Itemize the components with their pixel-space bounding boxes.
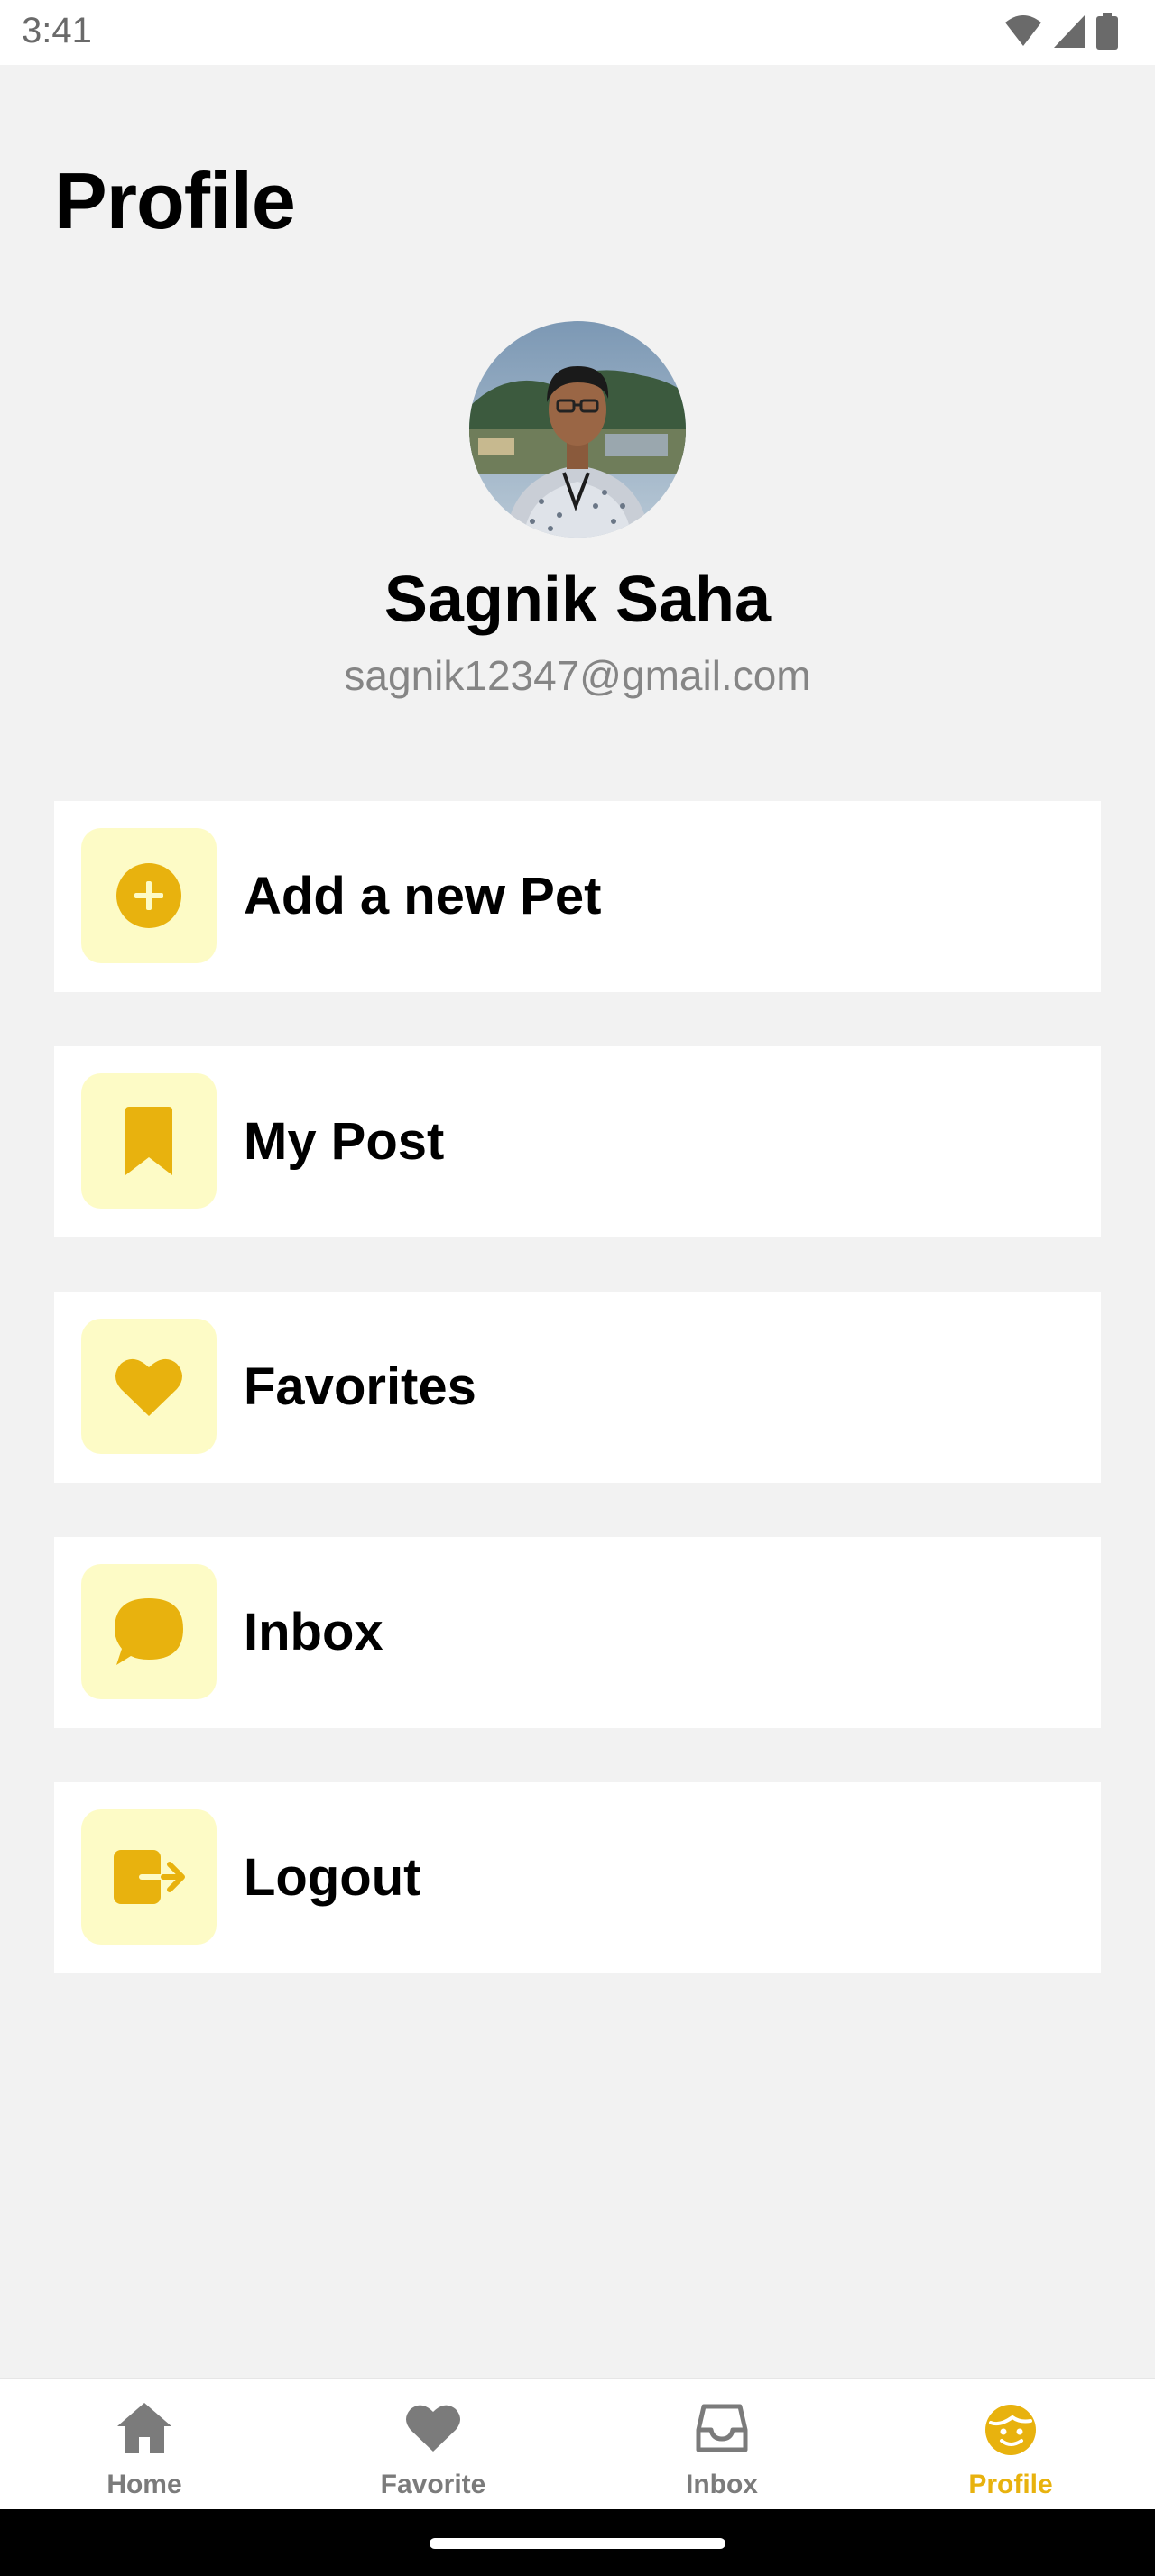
profile-face-icon — [985, 2405, 1036, 2455]
heart-icon — [116, 1358, 182, 1416]
add-circle-icon — [116, 863, 181, 928]
status-time: 3:41 — [22, 11, 92, 51]
menu-item-my-post[interactable]: My Post — [54, 1046, 1101, 1237]
menu-icon-container — [81, 1073, 217, 1209]
menu-item-favorites[interactable]: Favorites — [54, 1292, 1101, 1483]
user-name: Sagnik Saha — [383, 564, 772, 636]
menu-icon-container — [81, 1564, 217, 1699]
menu-label: Favorites — [244, 1357, 476, 1416]
status-icons — [1003, 13, 1119, 51]
menu-label: My Post — [244, 1112, 445, 1171]
menu-item-add-pet[interactable]: Add a new Pet — [54, 801, 1101, 992]
nav-item-favorite[interactable]: Favorite — [289, 2379, 578, 2511]
nav-label: Inbox — [686, 2470, 758, 2499]
menu-icon-container — [81, 1809, 217, 1945]
avatar[interactable] — [469, 321, 686, 538]
menu-icon-container — [81, 1319, 217, 1454]
menu-item-inbox[interactable]: Inbox — [54, 1537, 1101, 1728]
bookmark-icon — [125, 1107, 172, 1175]
heart-icon — [406, 2405, 460, 2452]
signal-icon — [1054, 15, 1085, 48]
menu-label: Add a new Pet — [244, 867, 602, 925]
nav-item-home[interactable]: Home — [0, 2379, 289, 2511]
menu-label: Logout — [244, 1848, 421, 1907]
wifi-icon — [1005, 15, 1041, 46]
page-title: Profile — [54, 156, 296, 245]
home-indicator[interactable] — [430, 2538, 725, 2549]
nav-label: Favorite — [380, 2470, 486, 2499]
user-email: sagnik12347@gmail.com — [344, 652, 811, 699]
nav-label: Profile — [968, 2470, 1053, 2499]
bottom-nav: Home Favorite Inbox Profile — [0, 2378, 1155, 2511]
chat-bubble-icon — [115, 1598, 183, 1665]
home-icon — [117, 2403, 171, 2453]
inbox-icon — [696, 2404, 748, 2452]
nav-label: Home — [106, 2470, 182, 2499]
logout-icon — [114, 1850, 185, 1904]
status-bar: 3:41 — [0, 0, 1155, 65]
menu-icon-container — [81, 828, 217, 963]
nav-item-inbox[interactable]: Inbox — [578, 2379, 866, 2511]
system-nav-bar — [0, 2509, 1155, 2576]
battery-icon — [1096, 13, 1118, 50]
nav-item-profile[interactable]: Profile — [866, 2379, 1155, 2511]
avatar-photo — [469, 321, 686, 538]
menu-item-logout[interactable]: Logout — [54, 1782, 1101, 1973]
menu-label: Inbox — [244, 1603, 383, 1661]
